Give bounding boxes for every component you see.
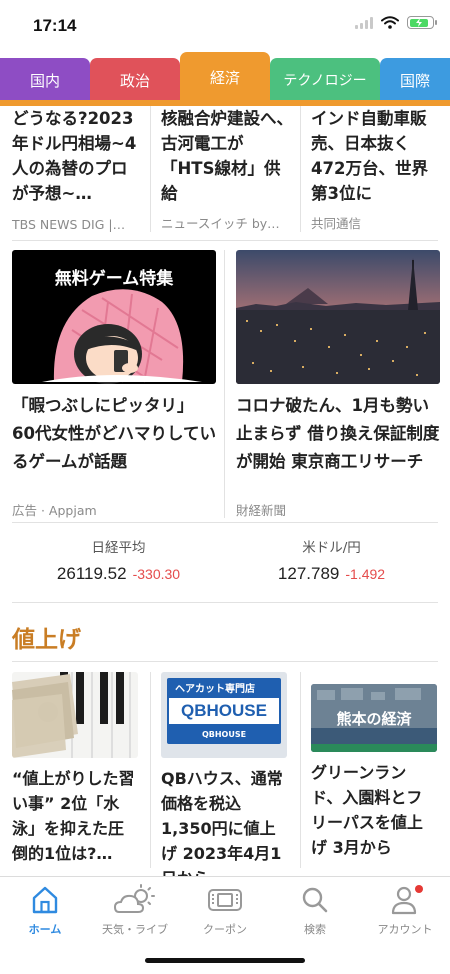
status-bar: 17:14 <box>0 0 450 54</box>
divider <box>224 250 225 518</box>
search-icon <box>302 887 328 913</box>
divider <box>300 106 301 232</box>
nav-search[interactable]: 検索 <box>270 883 360 937</box>
divider <box>12 522 438 523</box>
city-night-photo <box>236 250 440 384</box>
article-card[interactable]: ヘアカット専門店 QBHOUSE QBHOUSE QBハウス、通常価格を税込1,… <box>161 672 287 888</box>
article-thumbnail <box>236 250 440 384</box>
market-item-usdjpy[interactable]: 米ドル/円 127.789 -1.492 <box>225 530 438 584</box>
article-title: 核融合炉建設へ、古河電工が「HTS線材」供給 <box>161 109 293 203</box>
article-source: 共同通信 <box>311 216 362 231</box>
market-value: 26119.52 <box>56 564 127 583</box>
market-item-nikkei[interactable]: 日経平均 26119.52 -330.30 <box>12 530 225 584</box>
ad-title: 「暇つぶしにピッタリ」60代女性がどハマりしているゲームが話題 <box>12 396 216 471</box>
status-icons <box>355 16 437 29</box>
notification-badge <box>415 885 423 893</box>
market-label: 日経平均 <box>91 540 146 556</box>
divider <box>150 106 151 232</box>
market-value: 127.789 <box>277 564 340 583</box>
sign-top-text: ヘアカット専門店 <box>175 684 255 695</box>
divider <box>12 240 438 241</box>
nav-coupon[interactable]: クーポン <box>180 883 270 937</box>
nav-account[interactable]: アカウント <box>360 883 450 937</box>
weather-icon <box>113 884 155 913</box>
tab-economy[interactable]: 経済 <box>180 52 270 102</box>
article-title: QBハウス、通常価格を税込1,350円に値上げ 2023年4月1日から <box>161 769 283 888</box>
nav-label: クーポン <box>203 923 247 936</box>
article-title: どうなる?2023年ドル円相場~4人の為替のプロが予想~… <box>12 109 137 203</box>
article-card[interactable]: どうなる?2023年ドル円相場~4人の為替のプロが予想~… TBS NEWS D… <box>12 106 142 238</box>
ad-source: 広告 · Appjam <box>12 503 97 518</box>
sign-main-text: QBHOUSE <box>169 698 279 724</box>
tab-domestic[interactable]: 国内 <box>0 58 90 102</box>
article-title: インド自動車販売、日本抜く 472万台、世界第3位に <box>311 109 428 203</box>
nav-home[interactable]: ホーム <box>0 883 90 937</box>
divider <box>300 672 301 868</box>
coupon-icon <box>208 889 242 911</box>
cellular-signal-icon <box>355 16 373 29</box>
tab-politics[interactable]: 政治 <box>90 58 180 102</box>
nav-label: アカウント <box>377 923 433 936</box>
home-indicator <box>145 958 305 963</box>
tab-technology[interactable]: テクノロジー <box>270 58 380 102</box>
article-source: TBS NEWS DIG |… <box>12 217 126 232</box>
top-article-row: どうなる?2023年ドル円相場~4人の為替のプロが予想~… TBS NEWS D… <box>0 106 450 238</box>
article-title: “値上がりした習い事” 2位「水泳」を抑えた圧倒的1位は?… <box>12 769 135 863</box>
thumbnail-overlay-text: 熊本の経済 <box>336 710 412 728</box>
sign-sub-text: QBHOUSE <box>201 730 247 739</box>
article-title: グリーンランド、入園料とフリーパスを値上げ 3月から <box>311 763 423 857</box>
article-card[interactable]: コロナ破たん、1月も勢い止まらず 借り換え保証制度が開始 東京商工リサーチ <box>236 250 440 520</box>
article-card[interactable]: 核融合炉建設へ、古河電工が「HTS線材」供給 ニュースイッチ by… <box>161 106 293 238</box>
article-card[interactable]: 熊本の経済 グリーンランド、入園料とフリーパスを値上げ 3月から <box>311 672 437 872</box>
battery-icon <box>407 16 437 29</box>
market-change: -330.30 <box>132 566 181 582</box>
nav-label: 検索 <box>304 923 326 936</box>
divider <box>12 661 438 662</box>
market-label: 米ドル/円 <box>302 540 361 556</box>
home-icon <box>32 886 58 914</box>
piano-money-photo <box>12 672 138 758</box>
wifi-icon <box>381 16 399 29</box>
ad-thumbnail: 無料ゲーム特集 <box>12 250 216 384</box>
article-title: コロナ破たん、1月も勢い止まらず 借り換え保証制度が開始 東京商工リサーチ <box>236 396 440 471</box>
divider <box>12 602 438 603</box>
section-title: 値上げ <box>12 627 81 653</box>
article-source: ニュースイッチ by… <box>161 216 280 231</box>
article-thumbnail: ヘアカット専門店 QBHOUSE QBHOUSE <box>161 672 287 758</box>
divider <box>150 672 151 868</box>
article-card[interactable]: インド自動車販売、日本抜く 472万台、世界第3位に 共同通信 <box>311 106 443 238</box>
article-source: 財経新聞 <box>236 503 287 518</box>
article-card[interactable]: “値上がりした習い事” 2位「水泳」を抑えた圧倒的1位は?… <box>12 672 138 872</box>
nav-label: ホーム <box>28 923 62 936</box>
market-change: -1.492 <box>345 566 386 582</box>
article-thumbnail <box>12 672 138 758</box>
status-time: 17:14 <box>33 16 77 35</box>
girl-with-phone-illustration <box>42 289 202 384</box>
nav-label: 天気・ライブ <box>102 923 168 936</box>
ad-card[interactable]: 無料ゲーム特集 「暇つぶしにピッタリ」60代女性がどハマりしているゲームが話題 <box>12 250 216 520</box>
market-indices: 日経平均 26119.52 -330.30 米ドル/円 127.789 -1.4… <box>12 530 438 602</box>
tab-international[interactable]: 国際 <box>380 58 450 102</box>
article-thumbnail: 熊本の経済 <box>311 684 437 752</box>
nav-weather-live[interactable]: 天気・ライブ <box>90 883 180 937</box>
category-tabs: 国内 政治 経済 テクノロジー 国際 <box>0 52 450 106</box>
